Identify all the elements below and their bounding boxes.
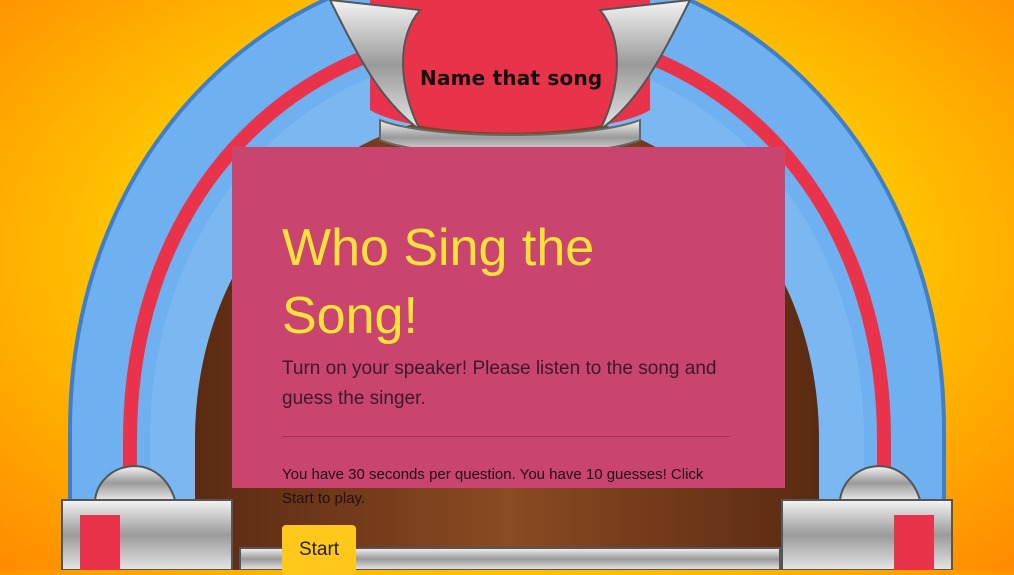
marquee-title: Name that song — [420, 66, 603, 90]
intro-lead-text: Turn on your speaker! Please listen to t… — [282, 358, 717, 409]
divider — [282, 436, 730, 437]
rules-text: You have 30 seconds per question. You ha… — [282, 466, 704, 507]
page-title: Who Sing the Song! — [282, 219, 595, 345]
start-button[interactable]: Start — [282, 525, 356, 575]
